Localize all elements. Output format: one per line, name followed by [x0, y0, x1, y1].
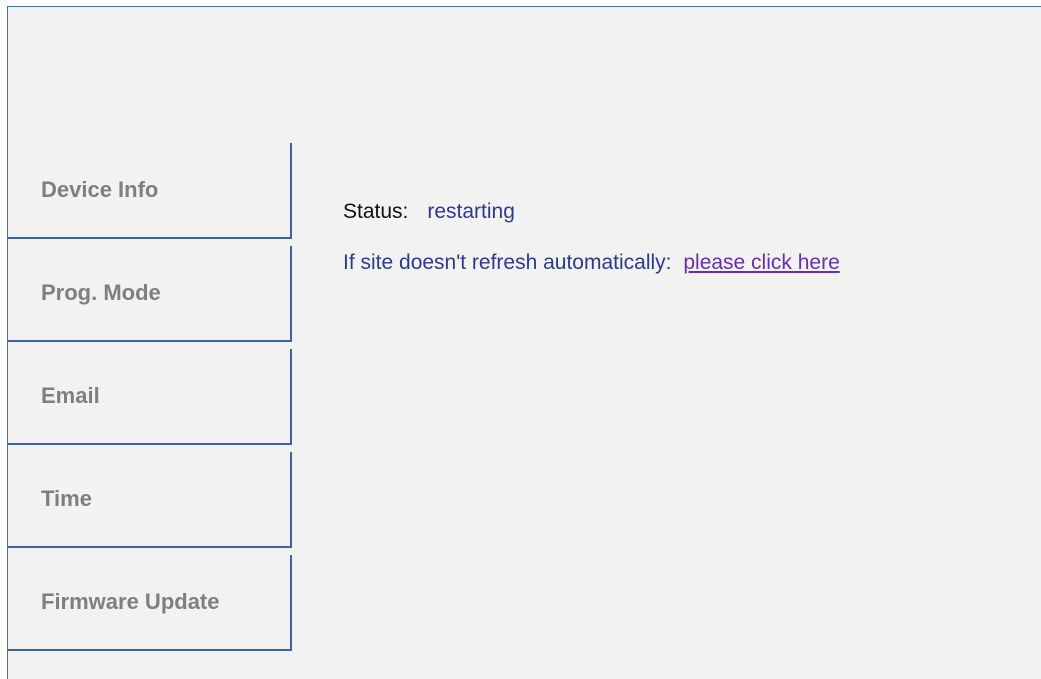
page-frame: Device Info Prog. Mode Email Time Firmwa…: [7, 6, 1041, 679]
sidebar-item-device-info[interactable]: Device Info: [8, 143, 292, 239]
refresh-text: If site doesn't refresh automatically:: [343, 251, 672, 274]
refresh-link[interactable]: please click here: [683, 251, 839, 274]
sidebar-item-firmware-update[interactable]: Firmware Update: [8, 555, 292, 651]
sidebar-item-label: Firmware Update: [41, 589, 220, 614]
sidebar-item-label: Time: [41, 486, 92, 511]
sidebar-item-label: Prog. Mode: [41, 280, 161, 305]
sidebar-item-label: Device Info: [41, 177, 159, 202]
sidebar-item-time[interactable]: Time: [8, 452, 292, 548]
main-content: Status: restarting If site doesn't refre…: [343, 200, 840, 275]
status-value: restarting: [427, 200, 515, 223]
refresh-message: If site doesn't refresh automatically: p…: [343, 251, 840, 275]
sidebar-item-email[interactable]: Email: [8, 349, 292, 445]
sidebar-nav: Device Info Prog. Mode Email Time Firmwa…: [8, 143, 292, 658]
sidebar-item-prog-mode[interactable]: Prog. Mode: [8, 246, 292, 342]
status-label: Status:: [343, 200, 409, 223]
status-row: Status: restarting: [343, 200, 840, 224]
sidebar-item-label: Email: [41, 383, 100, 408]
